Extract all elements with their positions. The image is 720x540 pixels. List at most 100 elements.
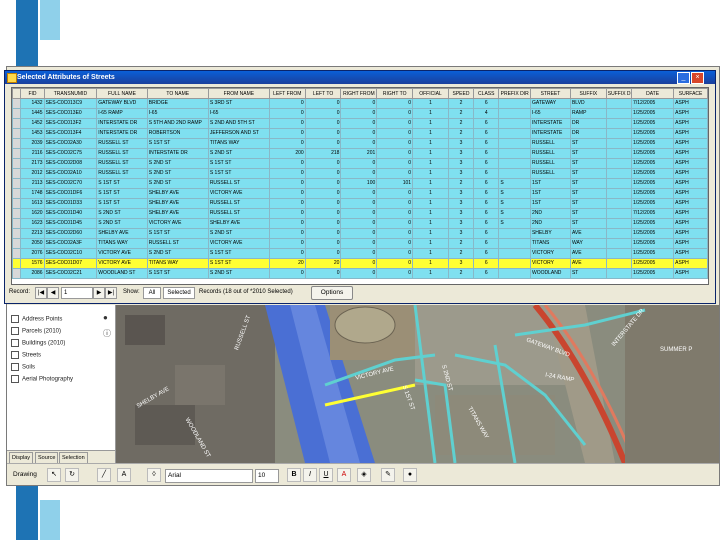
attribute-table[interactable]: FID TRANSNUMID FULL NAME TO NAME FROM NA… — [11, 87, 709, 285]
table-cell[interactable]: ASPH — [673, 108, 708, 119]
row-selector[interactable] — [12, 118, 22, 129]
table-cell[interactable]: 1/25/2005 — [631, 168, 675, 179]
column-header[interactable]: RIGHT FROM — [340, 88, 378, 99]
table-cell[interactable]: 2 — [447, 98, 475, 109]
table-cell[interactable]: 0 — [304, 178, 342, 189]
table-cell[interactable]: 0 — [304, 158, 342, 169]
dialog-title-bar[interactable]: Selected Attributes of Streets _ × — [5, 71, 715, 84]
table-cell[interactable]: 0 — [340, 168, 378, 179]
table-cell[interactable]: SES-C0C02C70 — [43, 178, 98, 189]
table-cell[interactable]: DR — [569, 118, 607, 129]
table-cell[interactable]: 0 — [268, 128, 306, 139]
table-cell[interactable]: 0 — [268, 238, 306, 249]
column-header[interactable]: CLASS — [473, 88, 500, 99]
table-cell[interactable]: 6 — [473, 238, 500, 249]
table-cell[interactable]: 0 — [340, 158, 378, 169]
table-cell[interactable]: SES-C0C01D40 — [43, 208, 98, 219]
table-cell[interactable]: 1 — [412, 168, 449, 179]
table-cell[interactable]: 1/25/2005 — [631, 258, 675, 269]
table-row[interactable]: 1452 SES-C0C013F2 INTERSTATE DR S 5TH AND 2… — [12, 118, 708, 129]
table-cell[interactable]: 0 — [304, 238, 342, 249]
table-cell[interactable]: 1452 — [20, 118, 45, 129]
table-cell[interactable]: 0 — [376, 168, 414, 179]
underline-button[interactable]: U — [319, 468, 333, 482]
table-cell[interactable]: SHELBY AVE — [96, 228, 148, 239]
table-cell[interactable]: 3 — [447, 138, 475, 149]
table-cell[interactable]: ASPH — [673, 128, 708, 139]
italic-button[interactable]: I — [303, 468, 317, 482]
table-cell[interactable]: S 1ST ST — [146, 138, 209, 149]
table-cell[interactable]: INTERSTATE DR — [96, 118, 148, 129]
table-cell[interactable]: ROBERTSON — [146, 128, 209, 139]
layer-checkbox[interactable] — [11, 315, 19, 323]
table-cell[interactable]: RUSSELL ST — [207, 178, 270, 189]
table-cell[interactable] — [498, 158, 531, 169]
table-cell[interactable]: ST — [569, 138, 607, 149]
table-cell[interactable]: 1/25/2005 — [631, 138, 675, 149]
table-cell[interactable]: 1 — [412, 238, 449, 249]
table-cell[interactable]: 1 — [412, 98, 449, 109]
table-cell[interactable] — [605, 98, 633, 109]
table-cell[interactable]: 6 — [473, 118, 500, 129]
table-cell[interactable]: 0 — [376, 218, 414, 229]
table-cell[interactable]: 2 — [447, 268, 475, 279]
table-cell[interactable]: ASPH — [673, 158, 708, 169]
table-cell[interactable]: SES-C0C02C75 — [43, 148, 98, 159]
table-cell[interactable]: SES-C0C02D60 — [43, 228, 98, 239]
table-row[interactable]: 2012 SES-C0C02A10 RUSSELL ST S 2ND ST S 1ST … — [12, 168, 708, 179]
table-cell[interactable]: 1ST — [529, 178, 571, 189]
table-cell[interactable] — [498, 228, 531, 239]
rotate-icon[interactable]: ↻ — [65, 468, 79, 482]
table-cell[interactable]: RUSSELL — [529, 158, 571, 169]
table-cell[interactable]: 2076 — [20, 248, 45, 259]
table-cell[interactable]: 1 — [412, 218, 449, 229]
table-cell[interactable]: S 2ND ST — [146, 158, 209, 169]
table-cell[interactable]: 100 — [340, 178, 378, 189]
table-row[interactable]: 1623 SES-C0C01D45 S 2ND ST VICTORY AVE SHELB… — [12, 218, 708, 229]
table-cell[interactable]: 2173 — [20, 158, 45, 169]
table-cell[interactable]: RUSSELL ST — [146, 238, 209, 249]
table-cell[interactable]: 6 — [473, 178, 500, 189]
table-cell[interactable]: 0 — [304, 108, 342, 119]
table-cell[interactable]: 1445 — [20, 108, 45, 119]
toc-item[interactable]: Buildings (2010) — [11, 339, 65, 349]
table-cell[interactable]: INTERSTATE — [529, 118, 571, 129]
table-cell[interactable]: 0 — [268, 208, 306, 219]
drawing-menu[interactable]: Drawing — [13, 469, 37, 481]
table-cell[interactable]: 0 — [340, 258, 378, 269]
info-tool-icon[interactable]: ⓘ — [103, 329, 113, 339]
table-cell[interactable]: 0 — [376, 268, 414, 279]
row-selector[interactable] — [12, 138, 22, 149]
row-selector[interactable] — [12, 188, 22, 199]
table-cell[interactable]: ASPH — [673, 238, 708, 249]
table-cell[interactable]: 0 — [268, 218, 306, 229]
layer-checkbox[interactable] — [11, 375, 19, 383]
toc-item[interactable]: Soils — [11, 363, 35, 373]
table-cell[interactable]: 0 — [304, 248, 342, 259]
table-cell[interactable]: 0 — [304, 228, 342, 239]
table-cell[interactable]: 2050 — [20, 238, 45, 249]
line-color-icon[interactable]: ✎ — [381, 468, 395, 482]
row-selector[interactable] — [12, 178, 22, 189]
table-cell[interactable]: INTERSTATE DR — [146, 148, 209, 159]
table-cell[interactable]: 6 — [473, 228, 500, 239]
table-cell[interactable]: 0 — [268, 138, 306, 149]
table-cell[interactable]: 0 — [340, 218, 378, 229]
table-cell[interactable]: SHELBY AVE — [207, 218, 270, 229]
table-cell[interactable]: ST — [569, 158, 607, 169]
table-cell[interactable]: 0 — [340, 138, 378, 149]
table-cell[interactable]: 2 — [447, 248, 475, 259]
table-cell[interactable]: 2 — [447, 118, 475, 129]
column-header[interactable]: STREET — [529, 88, 571, 99]
font-name-field[interactable]: Arial — [165, 469, 253, 483]
table-cell[interactable]: 0 — [268, 188, 306, 199]
table-row[interactable]: 2050 SES-C0C02A3F TITANS WAY RUSSELL ST VICT… — [12, 238, 708, 249]
table-row[interactable]: 1445 SES-C0C013E0 I-65 RAMP I-65 I-65 0 0 0 0 1 2 4… — [12, 108, 708, 119]
table-cell[interactable]: 1 — [412, 228, 449, 239]
table-cell[interactable]: ASPH — [673, 138, 708, 149]
table-cell[interactable]: 0 — [340, 228, 378, 239]
last-record-button[interactable]: ▶| — [105, 287, 117, 299]
row-selector[interactable] — [12, 218, 22, 229]
table-cell[interactable]: ASPH — [673, 208, 708, 219]
table-cell[interactable]: RUSSELL — [529, 138, 571, 149]
